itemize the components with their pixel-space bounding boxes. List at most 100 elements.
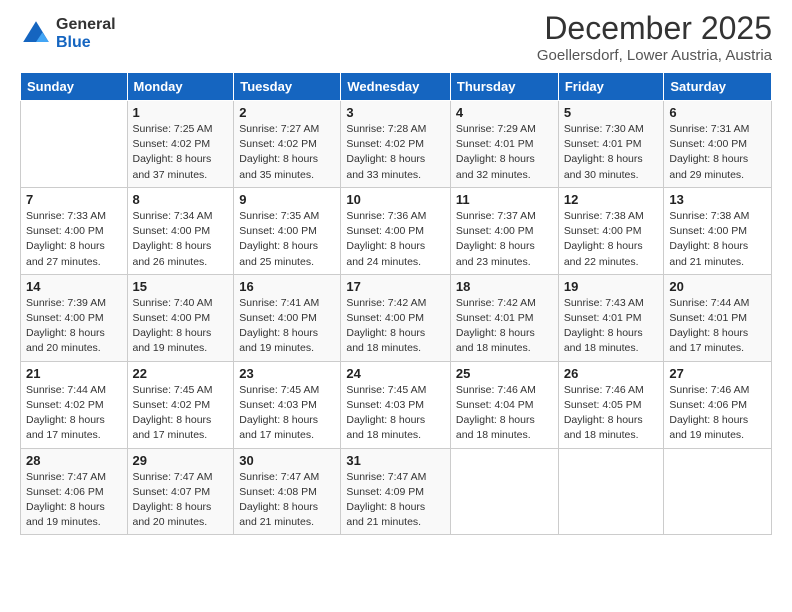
day-cell: 21 Sunrise: 7:44 AM Sunset: 4:02 PM Dayli… — [21, 361, 128, 448]
day-number: 22 — [133, 366, 229, 381]
day-cell: 29Sunrise: 7:47 AM Sunset: 4:07 PM Dayli… — [127, 448, 234, 535]
location-subtitle: Goellersdorf, Lower Austria, Austria — [537, 47, 772, 64]
day-number: 27 — [669, 366, 766, 381]
day-number: 9 — [239, 192, 335, 207]
day-info: Sunrise: 7:44 AM Sunset: 4:01 PM Dayligh… — [669, 296, 766, 357]
day-number: 2 — [239, 105, 335, 120]
calendar-table: SundayMondayTuesdayWednesdayThursdayFrid… — [20, 72, 772, 535]
day-info: Sunrise: 7:46 AM Sunset: 4:05 PM Dayligh… — [564, 383, 659, 444]
day-info: Sunrise: 7:38 AM Sunset: 4:00 PM Dayligh… — [669, 209, 766, 270]
day-cell: 31Sunrise: 7:47 AM Sunset: 4:09 PM Dayli… — [341, 448, 451, 535]
day-cell: 10Sunrise: 7:36 AM Sunset: 4:00 PM Dayli… — [341, 187, 451, 274]
day-info: Sunrise: 7:29 AM Sunset: 4:01 PM Dayligh… — [456, 122, 553, 183]
day-number: 20 — [669, 279, 766, 294]
day-cell — [21, 101, 128, 188]
logo-icon — [20, 18, 52, 50]
day-info: Sunrise: 7:44 AM Sunset: 4:02 PM Dayligh… — [26, 383, 122, 444]
day-number: 24 — [346, 366, 445, 381]
weekday-header-tuesday: Tuesday — [234, 73, 341, 101]
header: General Blue December 2025 Goellersdorf,… — [20, 10, 772, 64]
day-number: 30 — [239, 453, 335, 468]
day-number: 25 — [456, 366, 553, 381]
day-number: 21 — [26, 366, 122, 381]
day-cell: 9 Sunrise: 7:35 AM Sunset: 4:00 PM Daylig… — [234, 187, 341, 274]
day-info: Sunrise: 7:45 AM Sunset: 4:03 PM Dayligh… — [239, 383, 335, 444]
day-info: Sunrise: 7:45 AM Sunset: 4:03 PM Dayligh… — [346, 383, 445, 444]
week-row-3: 14 Sunrise: 7:39 AM Sunset: 4:00 PM Dayli… — [21, 274, 772, 361]
day-number: 16 — [239, 279, 335, 294]
weekday-row: SundayMondayTuesdayWednesdayThursdayFrid… — [21, 73, 772, 101]
weekday-header-saturday: Saturday — [664, 73, 772, 101]
day-cell: 8Sunrise: 7:34 AM Sunset: 4:00 PM Daylig… — [127, 187, 234, 274]
day-number: 12 — [564, 192, 659, 207]
day-cell: 2 Sunrise: 7:27 AM Sunset: 4:02 PM Daylig… — [234, 101, 341, 188]
day-cell: 28 Sunrise: 7:47 AM Sunset: 4:06 PM Dayli… — [21, 448, 128, 535]
day-info: Sunrise: 7:39 AM Sunset: 4:00 PM Dayligh… — [26, 296, 122, 357]
day-info: Sunrise: 7:35 AM Sunset: 4:00 PM Dayligh… — [239, 209, 335, 270]
day-cell: 16 Sunrise: 7:41 AM Sunset: 4:00 PM Dayli… — [234, 274, 341, 361]
calendar-header: SundayMondayTuesdayWednesdayThursdayFrid… — [21, 73, 772, 101]
day-cell: 3 Sunrise: 7:28 AM Sunset: 4:02 PM Daylig… — [341, 101, 451, 188]
day-number: 19 — [564, 279, 659, 294]
day-cell — [664, 448, 772, 535]
day-number: 28 — [26, 453, 122, 468]
day-cell — [558, 448, 664, 535]
weekday-header-sunday: Sunday — [21, 73, 128, 101]
day-cell: 23 Sunrise: 7:45 AM Sunset: 4:03 PM Dayli… — [234, 361, 341, 448]
day-number: 15 — [133, 279, 229, 294]
week-row-1: 1 Sunrise: 7:25 AM Sunset: 4:02 PM Daylig… — [21, 101, 772, 188]
day-number: 23 — [239, 366, 335, 381]
day-info: Sunrise: 7:25 AM Sunset: 4:02 PM Dayligh… — [133, 122, 229, 183]
day-number: 7 — [26, 192, 122, 207]
day-cell: 11Sunrise: 7:37 AM Sunset: 4:00 PM Dayli… — [450, 187, 558, 274]
day-info: Sunrise: 7:46 AM Sunset: 4:06 PM Dayligh… — [669, 383, 766, 444]
day-cell: 6 Sunrise: 7:31 AM Sunset: 4:00 PM Daylig… — [664, 101, 772, 188]
day-cell — [450, 448, 558, 535]
week-row-2: 7 Sunrise: 7:33 AM Sunset: 4:00 PM Daylig… — [21, 187, 772, 274]
weekday-header-wednesday: Wednesday — [341, 73, 451, 101]
weekday-header-friday: Friday — [558, 73, 664, 101]
weekday-header-monday: Monday — [127, 73, 234, 101]
day-info: Sunrise: 7:33 AM Sunset: 4:00 PM Dayligh… — [26, 209, 122, 270]
day-info: Sunrise: 7:42 AM Sunset: 4:00 PM Dayligh… — [346, 296, 445, 357]
day-info: Sunrise: 7:27 AM Sunset: 4:02 PM Dayligh… — [239, 122, 335, 183]
day-cell: 19Sunrise: 7:43 AM Sunset: 4:01 PM Dayli… — [558, 274, 664, 361]
day-cell: 1 Sunrise: 7:25 AM Sunset: 4:02 PM Daylig… — [127, 101, 234, 188]
logo-general: General — [56, 16, 116, 34]
day-info: Sunrise: 7:38 AM Sunset: 4:00 PM Dayligh… — [564, 209, 659, 270]
day-number: 14 — [26, 279, 122, 294]
day-info: Sunrise: 7:28 AM Sunset: 4:02 PM Dayligh… — [346, 122, 445, 183]
day-cell: 17 Sunrise: 7:42 AM Sunset: 4:00 PM Dayli… — [341, 274, 451, 361]
day-info: Sunrise: 7:31 AM Sunset: 4:00 PM Dayligh… — [669, 122, 766, 183]
day-number: 18 — [456, 279, 553, 294]
logo: General Blue — [20, 16, 116, 51]
day-info: Sunrise: 7:47 AM Sunset: 4:06 PM Dayligh… — [26, 470, 122, 531]
weekday-header-thursday: Thursday — [450, 73, 558, 101]
day-info: Sunrise: 7:34 AM Sunset: 4:00 PM Dayligh… — [133, 209, 229, 270]
day-number: 4 — [456, 105, 553, 120]
day-cell: 25Sunrise: 7:46 AM Sunset: 4:04 PM Dayli… — [450, 361, 558, 448]
day-info: Sunrise: 7:42 AM Sunset: 4:01 PM Dayligh… — [456, 296, 553, 357]
day-info: Sunrise: 7:41 AM Sunset: 4:00 PM Dayligh… — [239, 296, 335, 357]
day-cell: 5Sunrise: 7:30 AM Sunset: 4:01 PM Daylig… — [558, 101, 664, 188]
day-cell: 18 Sunrise: 7:42 AM Sunset: 4:01 PM Dayli… — [450, 274, 558, 361]
day-info: Sunrise: 7:36 AM Sunset: 4:00 PM Dayligh… — [346, 209, 445, 270]
day-info: Sunrise: 7:45 AM Sunset: 4:02 PM Dayligh… — [133, 383, 229, 444]
week-row-4: 21 Sunrise: 7:44 AM Sunset: 4:02 PM Dayli… — [21, 361, 772, 448]
day-number: 26 — [564, 366, 659, 381]
day-info: Sunrise: 7:40 AM Sunset: 4:00 PM Dayligh… — [133, 296, 229, 357]
day-number: 17 — [346, 279, 445, 294]
day-cell: 24 Sunrise: 7:45 AM Sunset: 4:03 PM Dayli… — [341, 361, 451, 448]
week-row-5: 28 Sunrise: 7:47 AM Sunset: 4:06 PM Dayli… — [21, 448, 772, 535]
day-cell: 14 Sunrise: 7:39 AM Sunset: 4:00 PM Dayli… — [21, 274, 128, 361]
day-cell: 12 Sunrise: 7:38 AM Sunset: 4:00 PM Dayli… — [558, 187, 664, 274]
day-number: 31 — [346, 453, 445, 468]
day-number: 3 — [346, 105, 445, 120]
day-cell: 20 Sunrise: 7:44 AM Sunset: 4:01 PM Dayli… — [664, 274, 772, 361]
day-cell: 30Sunrise: 7:47 AM Sunset: 4:08 PM Dayli… — [234, 448, 341, 535]
day-cell: 27 Sunrise: 7:46 AM Sunset: 4:06 PM Dayli… — [664, 361, 772, 448]
month-title: December 2025 — [537, 10, 772, 47]
day-number: 1 — [133, 105, 229, 120]
day-number: 6 — [669, 105, 766, 120]
day-number: 11 — [456, 192, 553, 207]
